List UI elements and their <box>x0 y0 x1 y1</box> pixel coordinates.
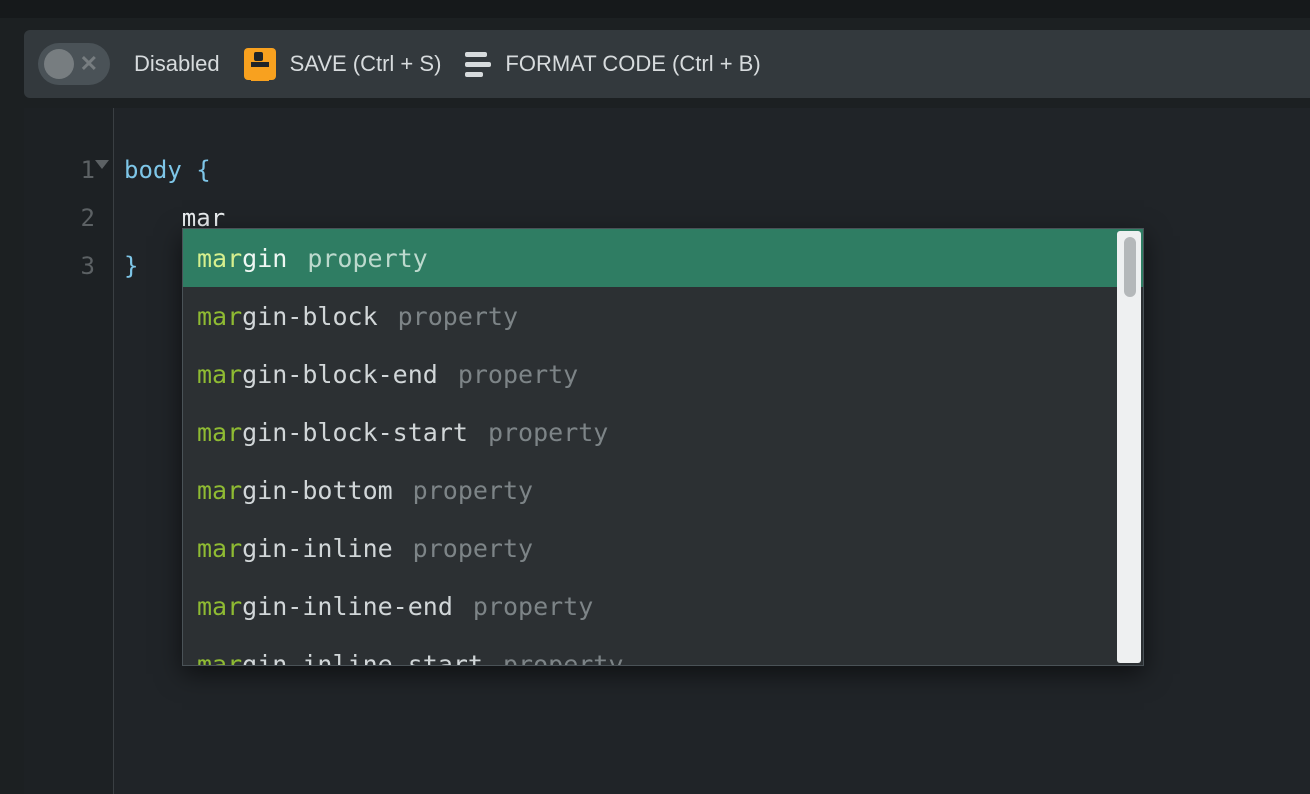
toggle-thumb <box>44 49 74 79</box>
autocomplete-match: mar <box>197 302 242 331</box>
autocomplete-word: margin-block-start <box>197 418 468 447</box>
autocomplete-rest: gin-bottom <box>242 476 393 505</box>
toggle-status-label: Disabled <box>134 51 220 77</box>
autocomplete-word: margin-inline <box>197 534 393 563</box>
autocomplete-item[interactable]: margin-block property <box>183 287 1143 345</box>
autocomplete-kind: property <box>503 650 623 667</box>
autocomplete-item[interactable]: margin-inline property <box>183 519 1143 577</box>
save-button[interactable]: SAVE (Ctrl + S) <box>244 48 442 80</box>
autocomplete-item[interactable]: margin-inline-start property <box>183 635 1143 666</box>
format-icon <box>465 52 491 77</box>
autocomplete-word: margin-block-end <box>197 360 438 389</box>
autocomplete-item[interactable]: margin-bottom property <box>183 461 1143 519</box>
save-button-label: SAVE (Ctrl + S) <box>290 51 442 77</box>
autocomplete-scrollbar[interactable] <box>1117 231 1141 663</box>
close-icon: ✕ <box>80 51 98 77</box>
autocomplete-item[interactable]: margin-block-end property <box>183 345 1143 403</box>
autocomplete-kind: property <box>307 244 427 273</box>
brace-open: { <box>196 156 210 184</box>
left-edge <box>0 18 16 794</box>
autocomplete-rest: gin-inline-end <box>242 592 453 621</box>
toolbar: ✕ Disabled SAVE (Ctrl + S) FORMAT CODE (… <box>24 30 1310 98</box>
autocomplete-match: mar <box>197 650 242 667</box>
autocomplete-kind: property <box>398 302 518 331</box>
autocomplete-kind: property <box>473 592 593 621</box>
autocomplete-match: mar <box>197 418 242 447</box>
autocomplete-rest: gin-inline <box>242 534 393 563</box>
app-root: ✕ Disabled SAVE (Ctrl + S) FORMAT CODE (… <box>0 0 1310 794</box>
format-code-button[interactable]: FORMAT CODE (Ctrl + B) <box>465 51 760 77</box>
live-toggle[interactable]: ✕ <box>38 43 110 85</box>
line-number[interactable]: 3 <box>24 242 95 290</box>
autocomplete-word: margin <box>197 244 287 273</box>
autocomplete-rest: gin-block-end <box>242 360 438 389</box>
autocomplete-word: margin-block <box>197 302 378 331</box>
autocomplete-kind: property <box>413 476 533 505</box>
autocomplete-word: margin-inline-end <box>197 592 453 621</box>
autocomplete-match: mar <box>197 244 242 273</box>
gutter: 1 2 3 <box>24 108 114 794</box>
css-selector: body <box>124 156 182 184</box>
autocomplete-item[interactable]: margin property <box>183 229 1143 287</box>
autocomplete-item[interactable]: margin-inline-end property <box>183 577 1143 635</box>
autocomplete-match: mar <box>197 592 242 621</box>
scroll-thumb[interactable] <box>1124 237 1136 297</box>
line-number[interactable]: 1 <box>24 146 95 194</box>
autocomplete-rest: gin-inline-start <box>242 650 483 667</box>
line-number[interactable]: 2 <box>24 194 95 242</box>
autocomplete-item[interactable]: margin-block-start property <box>183 403 1143 461</box>
brace-close: } <box>124 252 138 280</box>
format-button-label: FORMAT CODE (Ctrl + B) <box>505 51 760 77</box>
fold-icon[interactable] <box>95 160 109 169</box>
autocomplete-match: mar <box>197 534 242 563</box>
autocomplete-match: mar <box>197 476 242 505</box>
autocomplete-kind: property <box>488 418 608 447</box>
autocomplete-word: margin-bottom <box>197 476 393 505</box>
code-line[interactable]: body { <box>124 146 1310 194</box>
autocomplete-match: mar <box>197 360 242 389</box>
autocomplete-rest: gin-block <box>242 302 377 331</box>
autocomplete-word: margin-inline-start <box>197 650 483 667</box>
autocomplete-popup[interactable]: marginpropertymargin-blockpropertymargin… <box>182 228 1144 666</box>
autocomplete-rest: gin-block-start <box>242 418 468 447</box>
autocomplete-kind: property <box>458 360 578 389</box>
autocomplete-kind: property <box>413 534 533 563</box>
window-top-strip <box>0 0 1310 18</box>
save-icon <box>244 48 276 80</box>
autocomplete-rest: gin <box>242 244 287 273</box>
